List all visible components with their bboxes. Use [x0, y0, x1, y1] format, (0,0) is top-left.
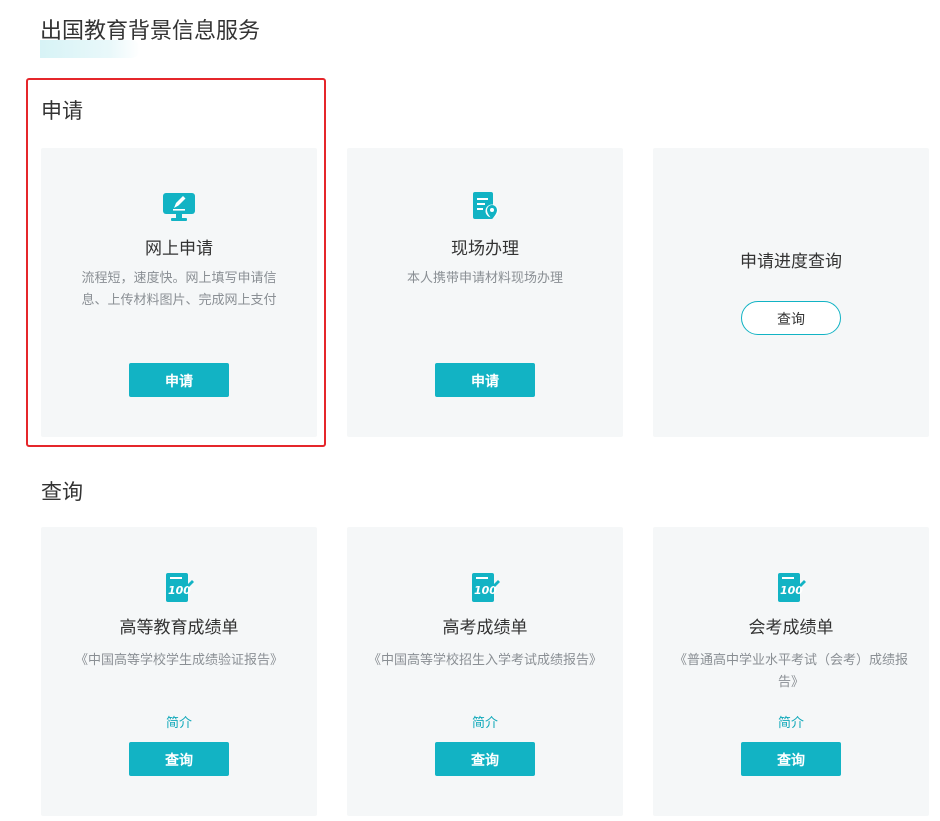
intro-link[interactable]: 简介 — [41, 712, 317, 731]
intro-link[interactable]: 简介 — [653, 712, 929, 731]
progress-query-card: 申请进度查询 查询 — [653, 148, 929, 437]
card-description: 本人携带申请材料现场办理 — [406, 271, 563, 286]
card-description: 《中国高等学校学生成绩验证报告》 — [74, 653, 283, 668]
svg-text:100: 100 — [474, 584, 497, 597]
score-100-icon: 100 — [468, 571, 502, 605]
score-100-icon: 100 — [774, 571, 808, 605]
progress-query-button[interactable]: 查询 — [741, 301, 841, 335]
score-100-icon: 100 — [162, 571, 196, 605]
onsite-apply-card: 现场办理 本人携带申请材料现场办理 申请 — [347, 148, 623, 437]
document-location-icon — [468, 190, 502, 224]
section-title-query: 查询 — [41, 480, 83, 504]
card-title: 高等教育成绩单 — [119, 618, 239, 638]
card-title: 高考成绩单 — [442, 618, 528, 638]
huikao-transcript-card: 100 会考成绩单 《普通高中学业水平考试（会考）成绩报告》 简介 查询 — [653, 527, 929, 816]
card-title: 会考成绩单 — [748, 618, 834, 638]
card-description: 《中国高等学校招生入学考试成绩报告》 — [367, 653, 602, 668]
higher-education-transcript-card: 100 高等教育成绩单 《中国高等学校学生成绩验证报告》 简介 查询 — [41, 527, 317, 816]
query-button[interactable]: 查询 — [435, 742, 535, 776]
query-button[interactable]: 查询 — [741, 742, 841, 776]
svg-text:100: 100 — [780, 584, 803, 597]
intro-link[interactable]: 简介 — [347, 712, 623, 731]
highlight-frame — [26, 78, 326, 447]
onsite-apply-button[interactable]: 申请 — [435, 363, 535, 397]
gaokao-transcript-card: 100 高考成绩单 《中国高等学校招生入学考试成绩报告》 简介 查询 — [347, 527, 623, 816]
card-title: 申请进度查询 — [740, 252, 842, 272]
query-button[interactable]: 查询 — [129, 742, 229, 776]
page-title: 出国教育背景信息服务 — [40, 19, 261, 44]
card-description: 《普通高中学业水平考试（会考）成绩报告》 — [673, 653, 908, 690]
svg-text:100: 100 — [168, 584, 191, 597]
card-title: 现场办理 — [451, 239, 519, 259]
